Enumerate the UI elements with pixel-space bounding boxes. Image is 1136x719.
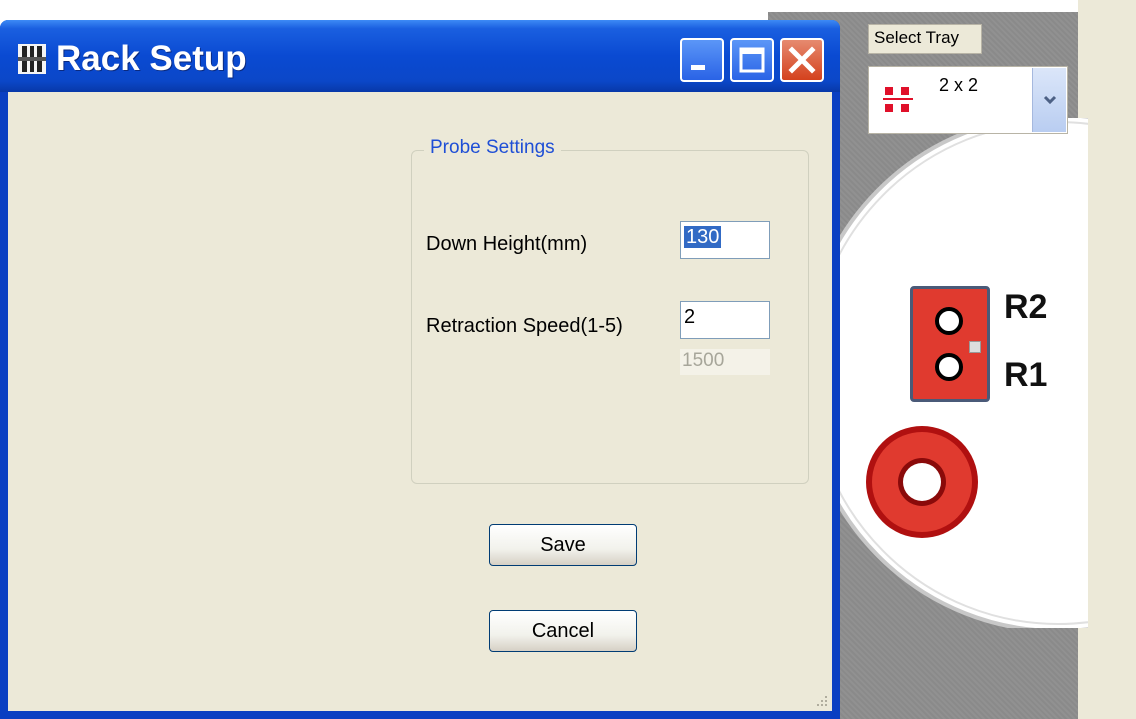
save-button[interactable]: Save [489,524,637,566]
probe-target-icon[interactable] [864,424,980,540]
down-height-input[interactable]: 130 [680,221,770,259]
cancel-button-label: Cancel [531,619,595,642]
retraction-speed-label: Retraction Speed(1-5) [426,315,623,337]
rack-position-r1[interactable] [935,353,963,381]
rack-label-r1: R1 [1004,356,1048,394]
select-tray-label: Select Tray [868,24,982,54]
rack-setup-dialog: Rack Setup Probe Settings Down Height(mm… [0,20,840,719]
probe-settings-group: Probe Settings Down Height(mm) 130 Retra… [411,137,809,484]
close-button[interactable] [780,38,824,82]
window-title: Rack Setup [56,39,247,78]
minimize-button[interactable] [680,38,724,82]
save-button-label: Save [540,533,586,556]
title-bar[interactable]: Rack Setup [0,20,840,92]
chevron-down-icon [1043,95,1056,105]
retraction-speed-value: 2 [684,306,696,328]
rack-label-r2: R2 [1004,288,1048,326]
maximize-icon [739,47,765,73]
maximize-button[interactable] [730,38,774,82]
close-icon [788,46,816,74]
rack-position-r2[interactable] [935,307,963,335]
slot-marker [969,341,981,353]
retraction-speed-readout: 1500 [680,349,770,375]
dialog-client-area: Probe Settings Down Height(mm) 130 Retra… [8,92,832,711]
rack-slot[interactable] [910,286,990,402]
down-height-label: Down Height(mm) [426,233,588,255]
group-title: Probe Settings [424,137,561,159]
rack-app-icon [18,44,46,74]
tray-layout-icon [883,87,913,112]
tray-selected-value: 2 x 2 [939,75,979,95]
resize-grip-icon[interactable] [814,693,828,707]
retraction-speed-input[interactable]: 2 [680,301,770,339]
tray-select-dropdown[interactable]: 2 x 2 [868,66,1068,134]
dropdown-button[interactable] [1032,68,1066,132]
minimize-icon [691,65,705,70]
cancel-button[interactable]: Cancel [489,610,637,652]
down-height-value: 130 [684,226,722,248]
